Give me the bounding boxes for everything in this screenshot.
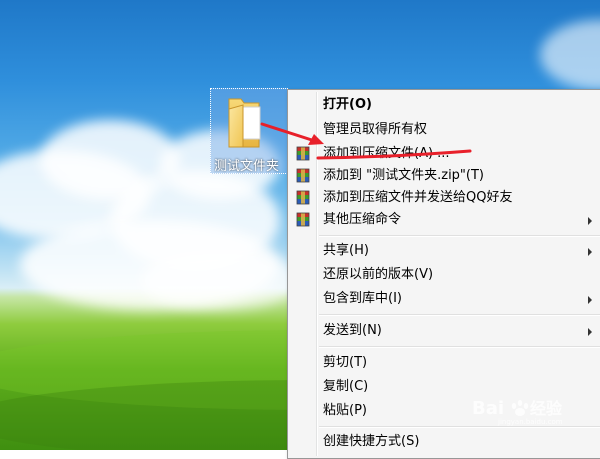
- chevron-right-icon: [588, 296, 592, 304]
- winrar-archive-icon: [296, 212, 310, 227]
- menu-item-other-compress[interactable]: 其他压缩命令: [290, 209, 600, 231]
- menu-item-label: 剪切(T): [323, 355, 368, 370]
- chevron-right-icon: [588, 217, 592, 225]
- menu-item-send-to[interactable]: 发送到(N): [290, 320, 600, 342]
- menu-separator: [319, 346, 600, 348]
- menu-item-add-to-zip[interactable]: 添加到 "测试文件夹.zip"(T): [290, 165, 600, 187]
- menu-item-take-ownership[interactable]: 管理员取得所有权: [290, 119, 600, 141]
- menu-item-cut[interactable]: 剪切(T): [290, 352, 600, 374]
- menu-item-label: 管理员取得所有权: [323, 122, 428, 137]
- menu-item-add-to-archive[interactable]: 添加到压缩文件(A) ...: [290, 143, 600, 165]
- chevron-right-icon: [588, 248, 592, 256]
- cloud: [540, 20, 600, 90]
- menu-item-label: 共享(H): [323, 243, 369, 258]
- menu-separator: [319, 235, 600, 237]
- menu-item-label: 包含到库中(I): [323, 291, 402, 306]
- menu-item-label: 还原以前的版本(V): [323, 267, 434, 282]
- chevron-right-icon: [588, 328, 592, 336]
- menu-item-share[interactable]: 共享(H): [290, 240, 600, 262]
- desktop-folder-item[interactable]: 测试文件夹: [210, 88, 288, 174]
- baidu-jingyan-watermark-logo: Bai 经验 jingyan.baidu.com: [472, 398, 563, 426]
- menu-item-compress-send-qq[interactable]: 添加到压缩文件并发送给QQ好友: [290, 187, 600, 209]
- menu-item-restore-versions[interactable]: 还原以前的版本(V): [290, 264, 600, 286]
- menu-item-label: 粘贴(P): [323, 403, 367, 418]
- cloud: [140, 250, 300, 310]
- menu-item-label: 添加到压缩文件(A) ...: [323, 146, 450, 161]
- winrar-archive-icon: [296, 168, 310, 183]
- svg-text:经验: 经验: [530, 399, 563, 418]
- folder-icon: [228, 98, 261, 148]
- svg-text:Bai: Bai: [472, 398, 504, 419]
- menu-separator: [319, 426, 600, 428]
- winrar-archive-icon: [296, 146, 310, 161]
- svg-text:jingyan.baidu.com: jingyan.baidu.com: [497, 418, 563, 426]
- folder-label: 测试文件夹: [214, 159, 280, 174]
- menu-item-label: 其他压缩命令: [323, 212, 402, 227]
- menu-item-label: 复制(C): [323, 379, 369, 394]
- menu-item-label: 添加到压缩文件并发送给QQ好友: [323, 190, 513, 205]
- menu-item-label: 发送到(N): [323, 323, 382, 338]
- menu-separator: [319, 314, 600, 316]
- menu-item-open[interactable]: 打开(O): [290, 94, 600, 116]
- menu-item-label: 打开(O): [323, 97, 372, 112]
- menu-item-include-in-library[interactable]: 包含到库中(I): [290, 288, 600, 310]
- menu-item-label: 添加到 "测试文件夹.zip"(T): [323, 168, 484, 183]
- winrar-archive-icon: [296, 190, 310, 205]
